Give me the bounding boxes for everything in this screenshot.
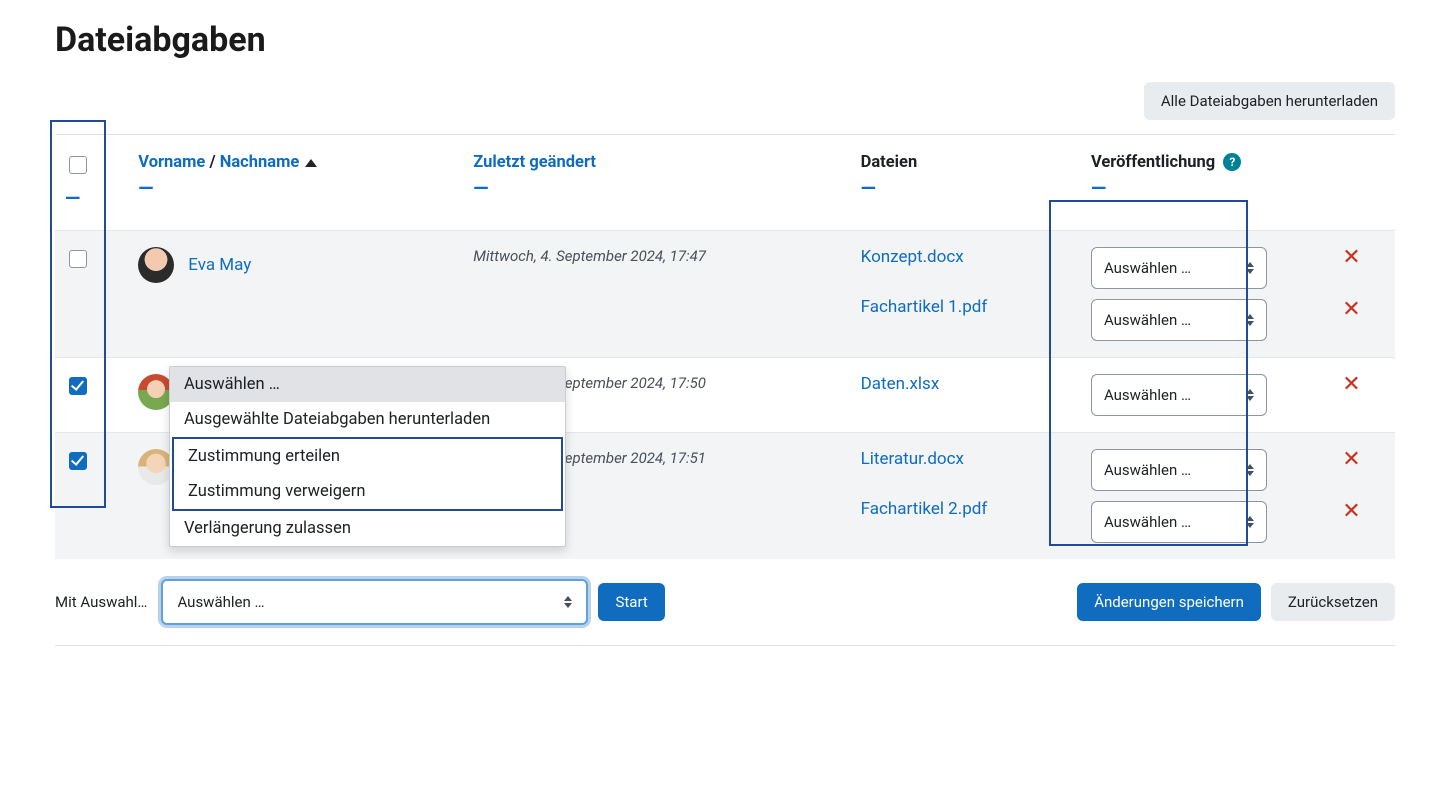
- collapse-column-icon[interactable]: —: [473, 178, 840, 198]
- collapse-column-icon[interactable]: —: [65, 188, 118, 208]
- select-value: Auswählen …: [1104, 461, 1191, 479]
- dropdown-option-approve[interactable]: Zustimmung erteilen: [174, 439, 561, 474]
- column-modified-link[interactable]: Zuletzt geändert: [473, 153, 596, 172]
- file-link[interactable]: Fachartikel 1.pdf: [861, 297, 1071, 317]
- publication-select[interactable]: Auswählen …: [1091, 247, 1267, 289]
- start-button[interactable]: Start: [598, 583, 664, 621]
- select-all-checkbox[interactable]: [69, 156, 87, 174]
- column-lastname-link[interactable]: Nachname: [220, 153, 300, 172]
- highlight-outline: Zustimmung erteilen Zustimmung verweiger…: [172, 437, 563, 511]
- file-link[interactable]: Konzept.docx: [861, 247, 1071, 267]
- select-caret-icon: [1246, 389, 1254, 401]
- file-link[interactable]: Literatur.docx: [861, 449, 1071, 469]
- page-title: Dateiabgaben: [55, 20, 1395, 60]
- delete-icon[interactable]: ✕: [1342, 501, 1385, 523]
- dropdown-option[interactable]: Auswählen …: [170, 367, 565, 402]
- select-value: Auswählen …: [1104, 513, 1191, 531]
- row-select-checkbox[interactable]: [69, 452, 87, 470]
- file-link[interactable]: Daten.xlsx: [861, 374, 1071, 394]
- user-name-link[interactable]: Eva May: [188, 255, 251, 275]
- collapse-column-icon[interactable]: —: [138, 178, 453, 198]
- column-name-separator: /: [209, 153, 215, 172]
- select-caret-icon: [1246, 314, 1254, 326]
- select-caret-icon: [564, 596, 572, 608]
- select-caret-icon: [1246, 262, 1254, 274]
- bulk-action-select[interactable]: Auswählen …: [161, 579, 588, 625]
- publication-select[interactable]: Auswählen …: [1091, 501, 1267, 543]
- bulk-action-dropdown: Auswählen … Ausgewählte Dateiabgaben her…: [169, 366, 566, 547]
- collapse-column-icon[interactable]: —: [861, 178, 1071, 198]
- file-link[interactable]: Fachartikel 2.pdf: [861, 499, 1071, 519]
- dropdown-option[interactable]: Verlängerung zulassen: [170, 511, 565, 546]
- avatar[interactable]: [138, 247, 174, 283]
- row-select-checkbox[interactable]: [69, 250, 87, 268]
- table-row: Eva May Mittwoch, 4. September 2024, 17:…: [55, 231, 1395, 358]
- delete-icon[interactable]: ✕: [1342, 449, 1385, 471]
- select-value: Auswählen …: [177, 593, 264, 611]
- select-value: Auswählen …: [1104, 311, 1191, 329]
- bulk-action-label: Mit Auswahl…: [55, 593, 147, 611]
- row-select-checkbox[interactable]: [69, 377, 87, 395]
- select-caret-icon: [1246, 516, 1254, 528]
- delete-icon[interactable]: ✕: [1342, 247, 1385, 269]
- column-firstname-link[interactable]: Vorname: [138, 153, 205, 172]
- column-files-label: Dateien: [861, 153, 918, 172]
- save-changes-button[interactable]: Änderungen speichern: [1077, 583, 1261, 621]
- publication-select[interactable]: Auswählen …: [1091, 449, 1267, 491]
- publication-select[interactable]: Auswählen …: [1091, 374, 1267, 416]
- reset-button[interactable]: Zurücksetzen: [1271, 583, 1395, 621]
- select-value: Auswählen …: [1104, 259, 1191, 277]
- select-value: Auswählen …: [1104, 386, 1191, 404]
- column-publication-label: Veröffentlichung: [1091, 153, 1215, 172]
- download-all-button[interactable]: Alle Dateiabgaben herunterladen: [1144, 82, 1395, 120]
- modified-date: Mittwoch, 4. September 2024, 17:47: [463, 231, 850, 358]
- sort-ascending-icon[interactable]: [305, 159, 317, 167]
- dropdown-option[interactable]: Ausgewählte Dateiabgaben herunterladen: [170, 402, 565, 437]
- select-caret-icon: [1246, 464, 1254, 476]
- help-icon[interactable]: ?: [1223, 153, 1241, 171]
- publication-select[interactable]: Auswählen …: [1091, 299, 1267, 341]
- delete-icon[interactable]: ✕: [1342, 374, 1385, 396]
- delete-icon[interactable]: ✕: [1342, 299, 1385, 321]
- divider: [55, 645, 1395, 646]
- collapse-column-icon[interactable]: —: [1091, 178, 1322, 198]
- dropdown-option-deny[interactable]: Zustimmung verweigern: [174, 474, 561, 509]
